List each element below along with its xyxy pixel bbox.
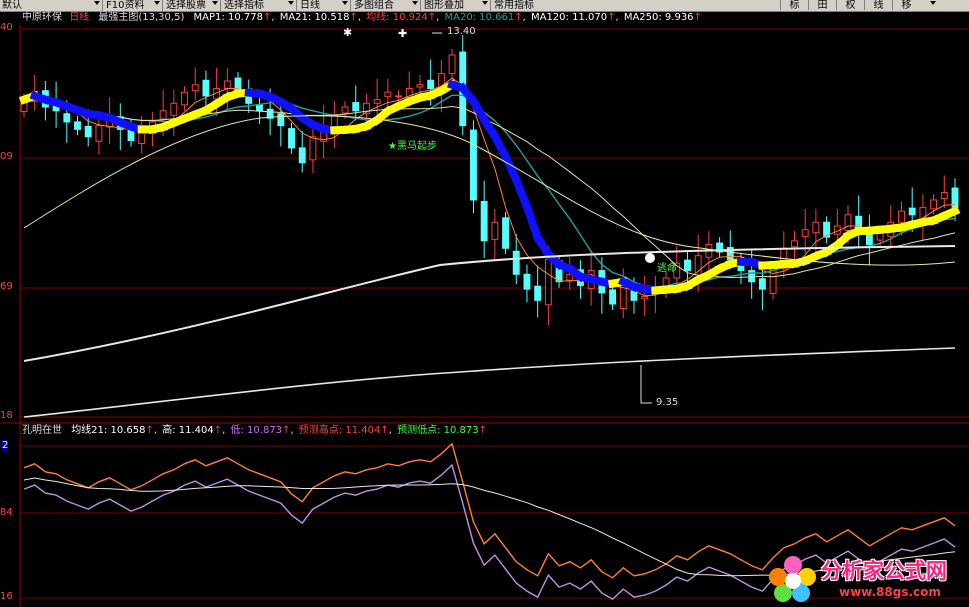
candle-body (908, 207, 916, 216)
candle-body (74, 121, 81, 130)
flower-logo-icon (769, 556, 816, 602)
candle-body (84, 125, 92, 138)
candle-body (544, 258, 552, 306)
candle-body (512, 250, 520, 275)
candle-body (876, 232, 884, 241)
candle-body (758, 278, 766, 290)
candle-body (791, 240, 798, 248)
kline-chart[interactable]: ✱ ✚ (0, 0, 969, 607)
candle-body (63, 113, 71, 123)
sub-axis-label: 84 (0, 507, 13, 518)
candle-body (245, 96, 253, 104)
candle-body (609, 289, 617, 305)
candle-body (352, 102, 360, 112)
high-price-label: 13.40 (447, 26, 476, 37)
trend-band-segment (521, 201, 543, 243)
ma250-line (23, 347, 956, 418)
candle-body (384, 91, 392, 98)
candle-body (202, 79, 210, 97)
candle-body (427, 79, 435, 89)
candle-body (416, 84, 424, 88)
candle-body (480, 200, 488, 242)
candle-body (470, 129, 477, 201)
candle-body (95, 125, 103, 142)
candle-body (940, 192, 948, 199)
candle-body (930, 199, 938, 210)
candle-body (801, 229, 809, 237)
candle-body (309, 136, 317, 161)
candle-body (448, 54, 456, 75)
price-axis-label: 40 (0, 22, 13, 33)
watermark: 分析家公式网 www.88gs.com (765, 553, 965, 605)
candle-body (159, 110, 167, 120)
candle-body (491, 221, 499, 240)
candle-body (181, 91, 188, 106)
candle-body (694, 255, 702, 276)
candle-body (812, 221, 820, 234)
candle-body (191, 84, 199, 92)
candles (20, 34, 959, 326)
low-price-label: 9.35 (656, 397, 679, 408)
candle-body (523, 273, 531, 290)
candle-body (223, 80, 231, 89)
price-axis-label: 18 (0, 410, 13, 421)
sub-axis-label: 2 (2, 440, 9, 451)
price-axis-label: 09 (0, 151, 13, 162)
watermark-url: www.88gs.com (839, 585, 941, 599)
candle-body (277, 113, 285, 127)
low-leader-line (640, 365, 652, 404)
candle-body (341, 106, 349, 114)
trend-band-segment (939, 205, 961, 222)
candle-body (288, 128, 295, 149)
sub-axis-label: 16 (0, 591, 13, 602)
cross-marker-icon: ✚ (398, 27, 407, 40)
candle-body (534, 285, 542, 301)
candle-body (138, 132, 146, 144)
candle-body (844, 214, 852, 231)
smiley-icon (645, 253, 655, 263)
candle-body (619, 284, 627, 309)
candle-body (898, 210, 905, 223)
candle-body (255, 104, 263, 112)
star-marker-icon: ✱ (343, 26, 352, 39)
candle-body (373, 99, 381, 104)
ma120-line (23, 245, 956, 362)
candle-body (170, 102, 178, 116)
signal-escape-label: 逃命 (657, 263, 677, 274)
trend-band-segment (511, 174, 533, 213)
candle-body (298, 147, 306, 164)
candle-body (684, 259, 691, 272)
candle-body (395, 95, 402, 98)
candle-body (502, 217, 509, 249)
price-axis-label: 69 (0, 281, 13, 292)
watermark-name: 分析家公式网 (821, 559, 947, 583)
candle-body (641, 296, 649, 300)
signal-buy-label: ★黑马起步 (388, 141, 437, 152)
